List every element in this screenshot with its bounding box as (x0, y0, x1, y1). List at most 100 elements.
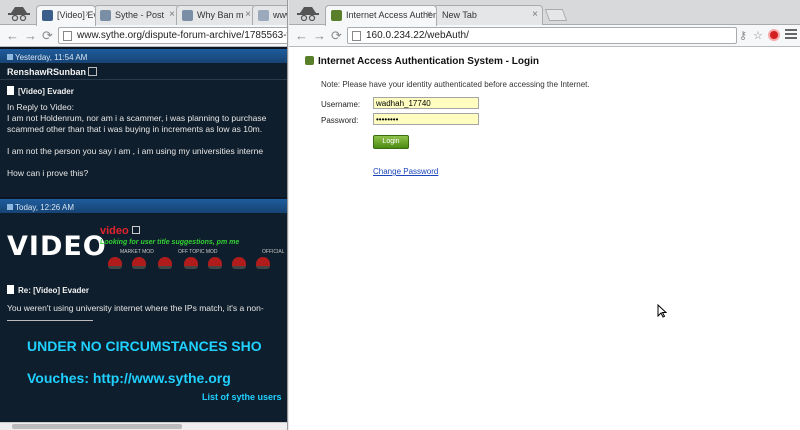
page-favicon-icon (258, 10, 269, 21)
username[interactable]: RenshawRSunban (7, 67, 86, 77)
auth-logo-icon (305, 56, 314, 65)
party-hat-icon (256, 257, 270, 269)
party-hat-icon (108, 257, 122, 269)
post-icon (7, 204, 13, 210)
tab-label: www.sy (273, 10, 287, 20)
key-icon[interactable]: ⚷ (739, 28, 747, 44)
new-tab-button[interactable] (544, 9, 568, 21)
document-icon (7, 285, 14, 294)
video-logo: VIDEO (7, 231, 107, 262)
post-date-bar: Today, 12:26 AM (0, 197, 287, 213)
star-icon[interactable]: ☆ (753, 28, 763, 44)
signature-users-link[interactable]: List of sythe users (0, 386, 287, 402)
incognito-icon (297, 7, 319, 21)
post-date-bar: Yesterday, 11:54 AM (0, 47, 287, 63)
post-title-text: [Video] Evader (18, 87, 74, 96)
close-tab-icon[interactable]: × (245, 9, 251, 20)
auth-favicon-icon (331, 10, 342, 21)
close-tab-icon[interactable]: × (85, 9, 91, 20)
tab-label: Internet Access Authentic (346, 10, 437, 20)
adblock-icon[interactable] (768, 29, 780, 41)
incognito-icon (8, 7, 30, 21)
page-heading: Internet Access Authentication System - … (305, 56, 539, 67)
rank-label: OFF TOPIC MOD (178, 249, 218, 255)
post-body: In Reply to Video: I am not Holdenrum, n… (0, 102, 287, 179)
tab-www-sy[interactable]: www.sy (252, 5, 287, 25)
reload-icon[interactable]: ⟳ (42, 28, 53, 44)
tab-sythe-post[interactable]: Sythe - Post × (94, 5, 180, 25)
sythe-favicon-icon (182, 10, 193, 21)
username[interactable]: video (100, 225, 129, 237)
horizontal-scrollbar[interactable] (0, 422, 287, 430)
user-signature-banner: VIDEO video Looking for user title sugge… (0, 213, 287, 281)
password-label: Password: (321, 116, 359, 125)
logo-text: VIDEO (7, 231, 107, 262)
menu-icon[interactable] (785, 29, 797, 41)
auth-login-page: Internet Access Authentication System - … (289, 47, 800, 430)
party-hat-icon (184, 257, 198, 269)
change-password-link[interactable]: Change Password (373, 167, 438, 176)
close-tab-icon[interactable]: × (169, 9, 175, 20)
right-browser-window: Internet Access Authentic × New Tab × ← … (289, 0, 800, 430)
password-field[interactable]: •••••••• (373, 113, 479, 125)
post-line: I am not the person you say i am , i am … (7, 146, 264, 156)
page-icon (63, 31, 72, 41)
close-tab-icon[interactable]: × (532, 9, 538, 20)
tab-why-ban[interactable]: Why Ban m × (176, 5, 256, 25)
tab-label: Sythe - Post (115, 10, 165, 20)
signature-username[interactable]: video (100, 225, 140, 237)
post-timestamp: Yesterday, 11:54 AM (15, 53, 88, 62)
document-icon (7, 86, 14, 95)
sythe-favicon-icon (42, 10, 53, 21)
tab-new-tab[interactable]: New Tab × (433, 5, 543, 25)
party-hat-icon (132, 257, 146, 269)
post-icon (7, 54, 13, 60)
back-arrow-icon[interactable]: ← (6, 28, 19, 44)
rank-label: MARKET MOD (120, 249, 154, 255)
party-hat-icon (158, 257, 172, 269)
forward-arrow-icon[interactable]: → (24, 28, 37, 44)
tab-video-evader[interactable]: [Video] Evad × (36, 5, 96, 26)
signature-vouches-link[interactable]: Vouches: http://www.sythe.org (0, 354, 287, 386)
username-label: Username: (321, 100, 361, 109)
left-browser-window: [Video] Evad × Sythe - Post × Why Ban m … (0, 0, 288, 430)
tab-strip: [Video] Evad × Sythe - Post × Why Ban m … (0, 0, 287, 26)
post-line: In Reply to Video: (7, 102, 74, 112)
post-body: You weren't using university internet wh… (7, 303, 264, 313)
rank-label: OFFICIAL (262, 249, 285, 255)
address-bar[interactable]: www.sythe.org/dispute-forum-archive/1785… (58, 27, 288, 44)
forum-thread: Yesterday, 11:54 AM RenshawRSunban [Vide… (0, 47, 287, 422)
heading-text: Internet Access Authentication System - … (318, 56, 539, 67)
back-arrow-icon[interactable]: ← (295, 28, 308, 44)
login-button[interactable]: Login (373, 135, 409, 149)
auth-note: Note: Please have your identity authenti… (321, 80, 590, 89)
post-author[interactable]: RenshawRSunban (0, 63, 287, 80)
sythe-favicon-icon (100, 10, 111, 21)
forward-arrow-icon[interactable]: → (313, 28, 326, 44)
tab-auth-system[interactable]: Internet Access Authentic × (325, 5, 437, 26)
toolbar: ← → ⟳ www.sythe.org/dispute-forum-archiv… (0, 25, 287, 47)
toolbar: ← → ⟳ 160.0.234.22/webAuth/ ⚷ ☆ (289, 25, 800, 47)
tab-strip: Internet Access Authentic × New Tab × (289, 0, 800, 26)
post-line: I am not Holdenrum, nor am i a scammer, … (7, 113, 267, 123)
party-hat-icon (208, 257, 222, 269)
post-line: How can i prove this? (7, 168, 89, 178)
party-hat-icon (232, 257, 246, 269)
post-title: [Video] Evader (0, 80, 287, 102)
post-title-text: Re: [Video] Evader (18, 286, 89, 295)
tab-label: New Tab (442, 10, 477, 20)
post-line-blank (7, 135, 287, 146)
page-icon (352, 31, 361, 41)
post-title: Re: [Video] Evader (0, 281, 287, 303)
url-text: 160.0.234.22/webAuth/ (366, 30, 469, 41)
scrollbar-thumb[interactable] (12, 424, 182, 429)
signature-tagline: Looking for user title suggestions, pm m… (100, 239, 240, 246)
reload-icon[interactable]: ⟳ (331, 28, 342, 44)
post-line: scammed other than that i was buying in … (7, 124, 263, 134)
close-tab-icon[interactable]: × (426, 9, 432, 20)
username-field[interactable]: wadhah_17740 (373, 97, 479, 109)
address-bar[interactable]: 160.0.234.22/webAuth/ (347, 27, 737, 44)
signature-warning-text: UNDER NO CIRCUMSTANCES SHO (27, 338, 262, 354)
mouse-cursor-icon (657, 304, 667, 318)
url-text: www.sythe.org/dispute-forum-archive/1785… (77, 30, 288, 41)
